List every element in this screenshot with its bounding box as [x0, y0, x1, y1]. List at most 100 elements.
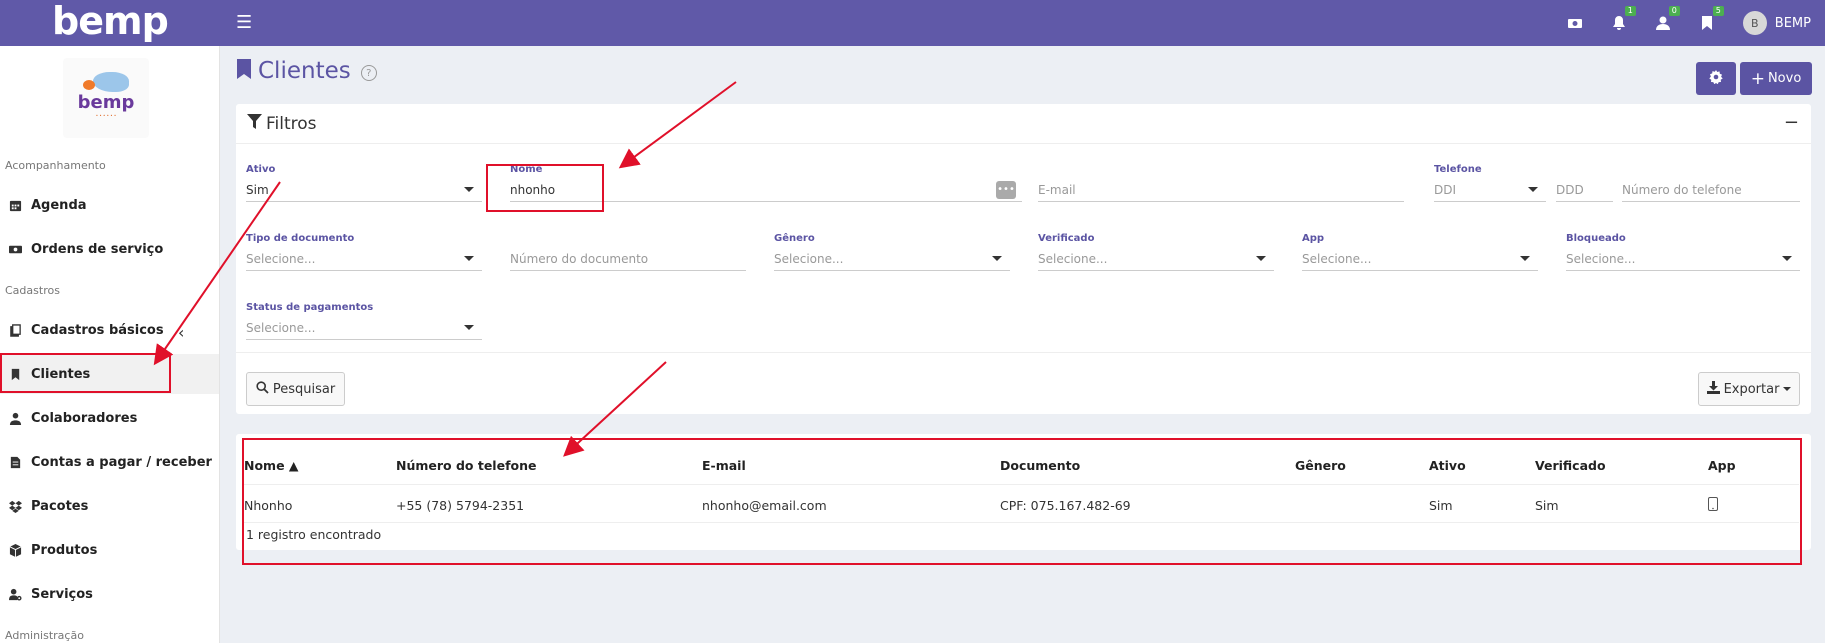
caret-down-icon	[464, 187, 474, 192]
ddi-select[interactable]: Telefone DDI	[1434, 164, 1546, 202]
more-options-icon[interactable]: •••	[996, 180, 1016, 199]
plus-icon: +	[1750, 68, 1765, 89]
box-icon	[8, 543, 22, 557]
search-button[interactable]: Pesquisar	[246, 372, 345, 406]
gear-icon	[1709, 69, 1723, 88]
sidebar-item-ordens-servico[interactable]: Ordens de serviço	[0, 229, 219, 269]
filters-title: Filtros	[266, 113, 317, 134]
bookmark-icon[interactable]: 5	[1699, 6, 1724, 32]
field-label: Gênero	[774, 233, 815, 244]
sidebar-item-label: Pacotes	[31, 498, 89, 514]
sidebar-item-pacotes[interactable]: Pacotes	[0, 486, 219, 526]
tipo-documento-select[interactable]: Tipo de documento Selecione...	[246, 233, 482, 271]
sidebar-item-cadastros-basicos[interactable]: Cadastros básicos	[0, 310, 219, 350]
caret-down-icon	[1782, 256, 1792, 261]
sidebar-item-label: Ordens de serviço	[31, 241, 164, 257]
sidebar-item-contas[interactable]: Contas a pagar / receber	[0, 442, 219, 482]
phone-number-field[interactable]: Número do telefone	[1622, 164, 1800, 202]
sidebar-item-label: Produtos	[31, 542, 98, 558]
page-header: Clientes ?	[236, 58, 377, 84]
sidebar-item-agenda[interactable]: Agenda	[0, 185, 219, 225]
settings-button[interactable]	[1696, 62, 1736, 95]
user-icon[interactable]: 0	[1655, 6, 1680, 32]
app-select[interactable]: App Selecione...	[1302, 233, 1538, 271]
collapse-panel-icon[interactable]: −	[1784, 112, 1799, 133]
sidebar-item-label: Cadastros básicos	[31, 322, 164, 338]
input-placeholder: Número do documento	[510, 251, 649, 266]
top-bar: bemp ☰ 1 0 5 B BEMP	[0, 0, 1825, 46]
bell-icon[interactable]: 1	[1611, 6, 1636, 32]
users-badge: 0	[1668, 6, 1680, 16]
user-menu[interactable]: B BEMP	[1742, 11, 1811, 35]
menu-toggle-icon[interactable]: ☰	[236, 12, 252, 34]
sidebar-item-colaboradores[interactable]: Colaboradores	[0, 398, 219, 438]
user-name: BEMP	[1774, 15, 1811, 31]
annotation-box-results	[242, 438, 1802, 565]
sidebar-item-label: Serviços	[31, 586, 93, 602]
select-placeholder: Selecione...	[1302, 251, 1372, 266]
money-icon	[8, 242, 22, 256]
bloqueado-select[interactable]: Bloqueado Selecione...	[1566, 233, 1800, 271]
filters-panel: Filtros − Ativo Sim Nome nhonho ••• E-mai…	[236, 104, 1811, 414]
caret-down-icon	[1520, 256, 1530, 261]
field-label: Status de pagamentos	[246, 302, 374, 313]
select-value: Sim	[246, 182, 269, 197]
annotation-box-nome	[486, 164, 604, 212]
user-icon	[8, 411, 22, 425]
money-icon[interactable]	[1567, 14, 1583, 32]
caret-down-icon	[464, 256, 474, 261]
select-placeholder: Selecione...	[246, 251, 316, 266]
select-placeholder: DDI	[1434, 182, 1457, 197]
select-placeholder: Selecione...	[1566, 251, 1636, 266]
chevron-left-icon[interactable]: ‹	[178, 323, 184, 342]
sidebar-item-servicos[interactable]: Serviços	[0, 574, 219, 614]
select-placeholder: Selecione...	[774, 251, 844, 266]
field-label: Bloqueado	[1566, 233, 1626, 244]
ativo-select[interactable]: Ativo Sim	[246, 164, 482, 202]
verificado-select[interactable]: Verificado Selecione...	[1038, 233, 1274, 271]
email-field[interactable]: E-mail	[1038, 164, 1404, 202]
annotation-box-clientes	[0, 353, 171, 393]
caret-down-icon	[1528, 187, 1538, 192]
new-client-button[interactable]: + Novo	[1740, 62, 1812, 95]
user-gear-icon	[8, 587, 22, 601]
search-label: Pesquisar	[272, 381, 336, 397]
input-placeholder: Número do telefone	[1622, 182, 1742, 197]
select-placeholder: Selecione...	[1038, 251, 1108, 266]
filter-icon	[247, 114, 262, 133]
field-label: Verificado	[1038, 233, 1095, 244]
page-title: Clientes	[258, 58, 351, 84]
sidebar-item-produtos[interactable]: Produtos	[0, 530, 219, 570]
status-pagamentos-select[interactable]: Status de pagamentos Selecione...	[246, 302, 482, 340]
company-logo: bemp • • • • • •	[63, 58, 149, 138]
caret-down-icon	[1783, 387, 1792, 391]
section-cadastros: Cadastros	[5, 284, 60, 297]
sidebar-item-label: Colaboradores	[31, 410, 138, 426]
input-placeholder: DDD	[1556, 182, 1584, 197]
caret-down-icon	[992, 256, 1002, 261]
dropbox-icon	[8, 499, 22, 513]
new-label: Novo	[1767, 71, 1802, 86]
download-icon	[1706, 380, 1720, 398]
help-icon[interactable]: ?	[360, 65, 377, 81]
section-acompanhamento: Acompanhamento	[5, 159, 106, 172]
numero-documento-field[interactable]: Número do documento	[510, 233, 746, 271]
sidebar-item-label: Agenda	[31, 197, 87, 213]
field-label: Telefone	[1434, 164, 1482, 175]
field-label: Tipo de documento	[246, 233, 355, 244]
genero-select[interactable]: Gênero Selecione...	[774, 233, 1010, 271]
app-logo[interactable]: bemp	[52, 0, 169, 46]
bookmark-icon	[236, 58, 252, 84]
field-label: Ativo	[246, 164, 276, 175]
calendar-icon	[8, 198, 22, 212]
ddd-field[interactable]: DDD	[1556, 164, 1613, 202]
caret-down-icon	[464, 325, 474, 330]
field-label: App	[1302, 233, 1325, 244]
avatar: B	[1742, 11, 1767, 35]
section-administracao: Administração	[5, 629, 84, 642]
export-button[interactable]: Exportar	[1698, 372, 1800, 406]
sidebar-item-label: Contas a pagar / receber	[31, 454, 212, 470]
export-label: Exportar	[1723, 381, 1780, 397]
document-icon	[8, 455, 22, 469]
sidebar: bemp • • • • • • Acompanhamento Agenda O…	[0, 46, 220, 643]
